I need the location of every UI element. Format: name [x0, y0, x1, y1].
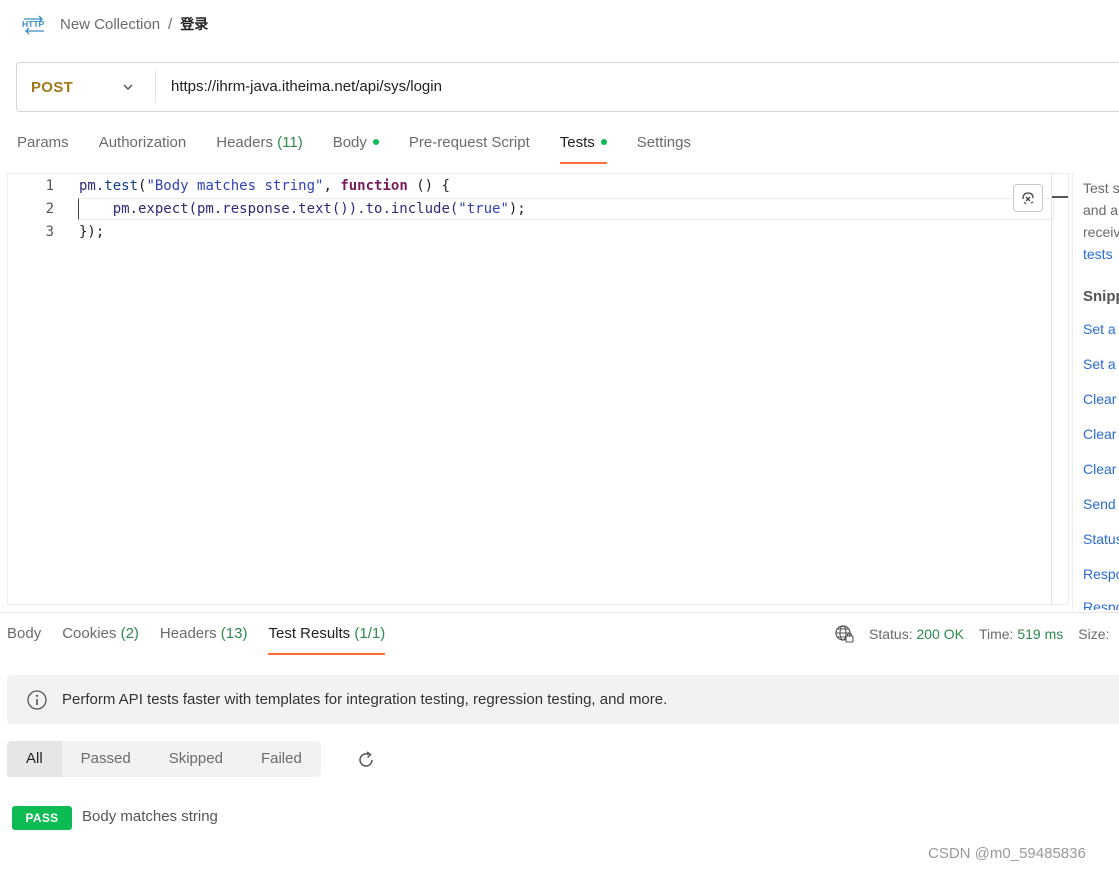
tab-cookies[interactable]: Cookies (2)	[62, 617, 139, 651]
snippets-description: Test s	[1083, 180, 1119, 196]
tab-label: Body	[332, 134, 367, 151]
snippet-item[interactable]: Send	[1083, 496, 1116, 512]
tab-body[interactable]: Body	[333, 126, 379, 160]
tab-count: (2)	[120, 625, 139, 642]
code-line: pm.expect(pm.response.text()).to.include…	[112, 201, 526, 217]
url-divider	[155, 71, 156, 103]
tab-label: Authorization	[98, 134, 187, 151]
snippet-item[interactable]: Clear	[1083, 461, 1116, 477]
tab-status-dot	[600, 139, 607, 146]
tab-label: Tests	[559, 134, 595, 151]
line-number: 2	[45, 201, 54, 217]
editor-scrollbar[interactable]	[1051, 174, 1052, 604]
line-number: 1	[45, 178, 54, 194]
test-result-name: Body matches string	[82, 808, 218, 825]
tab-response-headers[interactable]: Headers (13)	[160, 617, 248, 651]
tab-label: Headers	[159, 625, 217, 642]
tab-settings[interactable]: Settings	[637, 126, 691, 160]
filter-skipped[interactable]: Skipped	[150, 741, 242, 777]
tab-pre-request-script[interactable]: Pre-request Script	[409, 126, 530, 160]
status-label: Status:	[869, 626, 913, 642]
chevron-down-icon	[123, 84, 133, 91]
time-label: Time:	[978, 626, 1014, 642]
breadcrumb: HTTP New Collection / 登录	[22, 10, 208, 38]
panel-resize-handle[interactable]	[1052, 196, 1068, 198]
snippet-item[interactable]: Set a	[1083, 321, 1116, 337]
test-script-editor[interactable]: 1 2 3 pm.test("Body matches string", fun…	[7, 173, 1069, 605]
snippets-heading: Snipp	[1083, 288, 1119, 305]
snippet-item[interactable]: Respo	[1083, 566, 1119, 582]
tab-authorization[interactable]: Authorization	[99, 126, 187, 160]
tab-count: (11)	[277, 134, 303, 151]
tab-count: (1/1)	[354, 625, 386, 642]
http-icon: HTTP	[22, 15, 45, 35]
snippet-item[interactable]: Clear	[1083, 426, 1116, 442]
snippet-item[interactable]: Set a	[1083, 356, 1116, 372]
snippet-item[interactable]: Status	[1083, 531, 1119, 547]
tab-label: Cookies	[62, 625, 117, 642]
snippet-item[interactable]: Clear	[1083, 391, 1116, 407]
tab-label: Params	[17, 134, 69, 151]
info-icon	[27, 689, 47, 710]
tab-label: Pre-request Script	[408, 134, 530, 151]
time-value[interactable]: 519 ms	[1017, 626, 1063, 642]
tab-count: (13)	[220, 625, 248, 642]
tests-docs-link[interactable]: tests	[1083, 246, 1113, 262]
snippets-panel: Test s and a receiv tests Snipp Set a Se…	[1072, 173, 1119, 610]
banner-text: Perform API tests faster with templates …	[62, 691, 668, 708]
tab-label: Test Results	[268, 625, 351, 642]
tab-status-dot	[372, 139, 379, 146]
filter-passed[interactable]: Passed	[62, 741, 150, 777]
pass-badge: PASS	[12, 806, 72, 830]
url-input[interactable]	[171, 63, 1071, 111]
globe-lock-icon[interactable]	[834, 624, 854, 644]
filter-failed[interactable]: Failed	[242, 741, 321, 777]
tab-tests[interactable]: Tests	[559, 126, 607, 164]
method-select[interactable]: POST	[17, 63, 155, 111]
response-tabs: Body Cookies (2) Headers (13) Test Resul…	[7, 617, 406, 655]
response-status: Status: 200 OK Time: 519 ms Size:	[834, 622, 1109, 646]
tab-headers[interactable]: Headers (11)	[216, 126, 302, 160]
tab-params[interactable]: Params	[17, 126, 69, 160]
tab-label: Settings	[636, 134, 691, 151]
result-filter: All Passed Skipped Failed	[7, 741, 321, 777]
url-bar: POST	[16, 62, 1119, 112]
pane-divider[interactable]	[0, 612, 1119, 613]
tab-response-body[interactable]: Body	[7, 617, 41, 651]
templates-banner: Perform API tests faster with templates …	[7, 675, 1119, 724]
breadcrumb-request-name[interactable]: 登录	[180, 14, 208, 34]
watermark: CSDN @m0_59485836	[928, 845, 1086, 862]
tab-test-results[interactable]: Test Results (1/1)	[268, 617, 386, 655]
line-number: 3	[45, 224, 54, 240]
size-label: Size:	[1078, 626, 1110, 642]
snippets-description: and a	[1083, 202, 1119, 218]
tab-label: Body	[7, 625, 42, 642]
filter-all[interactable]: All	[7, 741, 62, 777]
breadcrumb-collection[interactable]: New Collection	[60, 16, 160, 33]
refresh-icon[interactable]	[356, 750, 376, 770]
code-line: pm.test("Body matches string", function …	[79, 178, 450, 194]
snippet-item[interactable]: Respo	[1083, 599, 1119, 610]
beautify-icon	[1022, 192, 1034, 205]
snippets-description: receiv	[1083, 224, 1119, 240]
method-label: POST	[31, 78, 74, 96]
breadcrumb-separator: /	[168, 15, 173, 33]
beautify-button[interactable]	[1013, 184, 1043, 212]
code-line: });	[79, 224, 105, 240]
tab-label: Headers	[216, 134, 273, 151]
status-value[interactable]: 200 OK	[916, 626, 963, 642]
request-tabs: Params Authorization Headers (11) Body P…	[17, 126, 721, 166]
